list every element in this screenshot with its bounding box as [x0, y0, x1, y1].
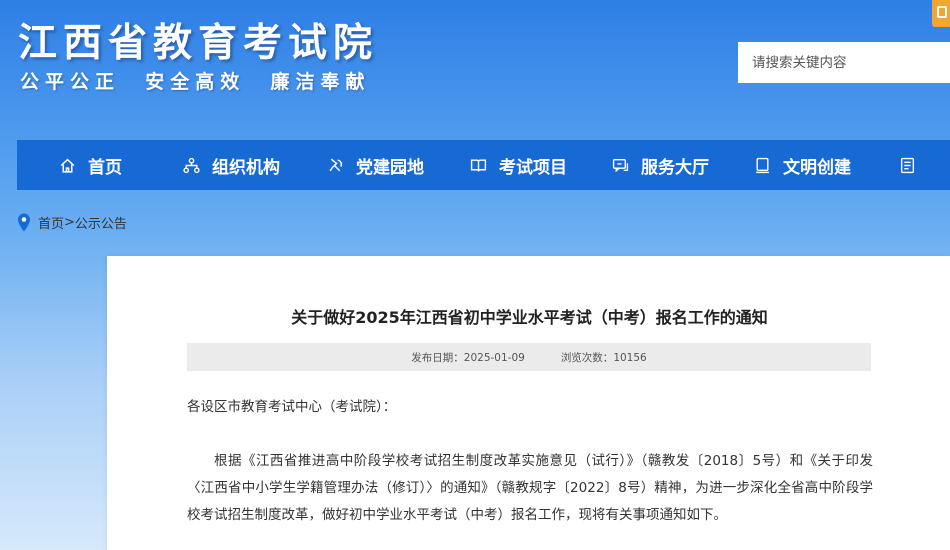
main-navbar: 首页 组织机构 党建园地 考试项目 服务大厅 文明创建	[17, 140, 950, 190]
publish-date: 发布日期：2025-01-09	[411, 350, 525, 365]
nav-label: 考试项目	[499, 157, 567, 178]
nav-label: 服务大厅	[641, 157, 709, 178]
article-card: 关于做好2025年江西省初中学业水平考试（中考）报名工作的通知 发布日期：202…	[107, 256, 950, 550]
view-count-value: 10156	[613, 351, 647, 364]
nav-item-party-building[interactable]: 党建园地	[327, 140, 424, 190]
monitor-icon	[754, 157, 783, 174]
nav-label: 党建园地	[356, 157, 424, 178]
site-header: 江西省教育考试院 公平公正 安全高效 廉洁奉献	[0, 0, 950, 140]
breadcrumb-current[interactable]: 公示公告	[75, 213, 127, 232]
tab-icon	[937, 6, 947, 18]
publish-date-label: 发布日期：	[411, 351, 464, 364]
article-paragraph: 根据《江西省推进高中阶段学校考试招生制度改革实施意见（试行）》（赣教发〔2018…	[187, 453, 873, 523]
book-icon	[470, 157, 499, 174]
nav-label: 文明创建	[783, 157, 851, 178]
org-chart-icon	[183, 157, 212, 174]
search-input[interactable]	[738, 42, 950, 83]
view-count-label: 浏览次数：	[560, 351, 614, 364]
nav-item-organization[interactable]: 组织机构	[183, 140, 280, 190]
publish-date-value: 2025-01-09	[463, 351, 525, 364]
nav-item-exam-projects[interactable]: 考试项目	[470, 140, 567, 190]
article-title: 关于做好2025年江西省初中学业水平考试（中考）报名工作的通知	[291, 308, 768, 327]
nav-label: 组织机构	[212, 157, 280, 178]
article-meta-bar: 发布日期：2025-01-09 浏览次数：10156	[187, 343, 871, 371]
nav-item-home[interactable]: 首页	[59, 140, 122, 190]
nav-item-civilization[interactable]: 文明创建	[754, 140, 851, 190]
article-salutation: 各设区市教育考试中心（考试院）：	[187, 399, 397, 415]
nav-label: 首页	[88, 157, 122, 178]
chat-service-icon	[612, 157, 641, 174]
site-slogan: 公平公正 安全高效 廉洁奉献	[20, 71, 371, 93]
breadcrumb: 首页 > 公示公告	[17, 213, 127, 232]
top-corner-tab[interactable]	[932, 0, 950, 27]
site-title[interactable]: 江西省教育考试院	[18, 12, 378, 68]
nav-item-more[interactable]	[899, 140, 928, 190]
breadcrumb-separator: >	[64, 215, 75, 230]
nav-item-service-hall[interactable]: 服务大厅	[612, 140, 709, 190]
view-count: 浏览次数：10156	[561, 350, 647, 365]
location-pin-icon	[17, 213, 38, 232]
breadcrumb-home[interactable]: 首页	[38, 213, 64, 232]
document-icon	[899, 157, 928, 174]
party-building-icon	[327, 157, 356, 174]
home-icon	[59, 157, 88, 174]
